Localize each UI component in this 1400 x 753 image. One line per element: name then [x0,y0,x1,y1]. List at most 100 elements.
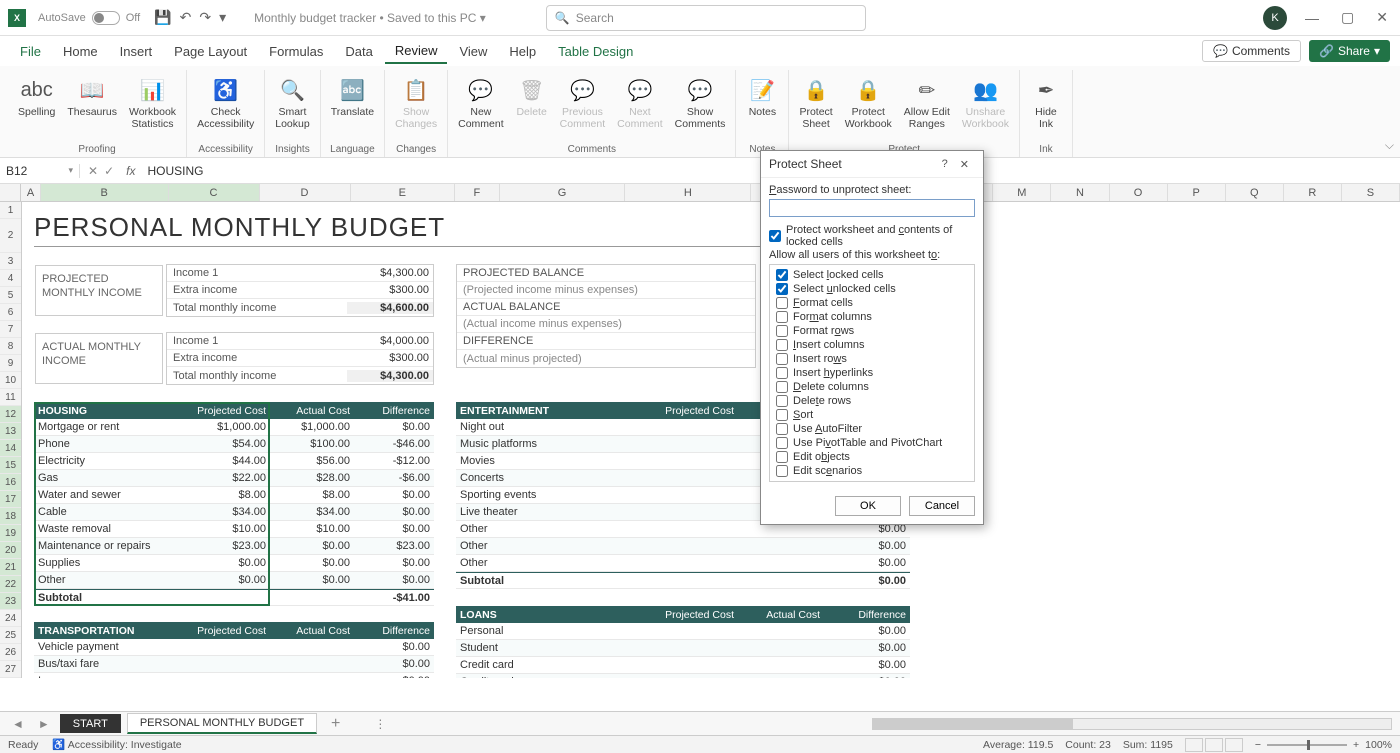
table-row[interactable]: Other$0.00 [456,538,910,555]
perm-insert-hyperlinks[interactable]: Insert hyperlinks [776,366,968,380]
tab-nav-next[interactable]: ► [34,717,54,731]
table-row[interactable]: Cable$34.00$34.00$0.00 [34,504,434,521]
tab-data[interactable]: Data [335,40,382,63]
col-header-H[interactable]: H [625,184,751,201]
ok-button[interactable]: OK [835,496,901,516]
row-header-18[interactable]: 18 [0,508,21,525]
col-header-Q[interactable]: Q [1226,184,1284,201]
table-row[interactable]: Student$0.00 [456,640,910,657]
table-row[interactable]: Gas$22.00$28.00-$6.00 [34,470,434,487]
row-header-14[interactable]: 14 [0,440,21,457]
row-header-3[interactable]: 3 [0,253,21,270]
dialog-help-icon[interactable]: ? [936,158,954,170]
next-comment-button[interactable]: 💬NextComment [613,74,667,132]
worksheet[interactable]: 1234567891011121314151617181920212223242… [0,202,1400,678]
zoom-in-icon[interactable]: + [1353,739,1359,751]
row-header-19[interactable]: 19 [0,525,21,542]
perm-format-rows[interactable]: Format rows [776,324,968,338]
document-title[interactable]: Monthly budget tracker • Saved to this P… [254,11,486,25]
col-header-A[interactable]: A [21,184,40,201]
user-avatar[interactable]: K [1263,6,1287,30]
col-header-S[interactable]: S [1342,184,1400,201]
autosave-toggle[interactable]: AutoSave Off [38,11,140,25]
password-input[interactable] [769,199,975,217]
table-row[interactable]: Other$0.00 [456,555,910,572]
tab-home[interactable]: Home [53,40,108,63]
protect-sheet-button[interactable]: 🔒ProtectSheet [795,74,836,132]
row-header-1[interactable]: 1 [0,202,21,219]
search-box[interactable]: 🔍 Search [546,5,866,31]
row-header-5[interactable]: 5 [0,287,21,304]
col-header-B[interactable]: B [41,184,169,201]
table-row[interactable]: Mortgage or rent$1,000.00$1,000.00$0.00 [34,419,434,436]
show-changes-button[interactable]: 📋ShowChanges [391,74,441,132]
col-header-G[interactable]: G [500,184,626,201]
previous-comment-button[interactable]: 💬PreviousComment [556,74,610,132]
perm-delete-columns[interactable]: Delete columns [776,380,968,394]
tab-view[interactable]: View [449,40,497,63]
row-header-10[interactable]: 10 [0,372,21,389]
check-accessibility-button[interactable]: ♿CheckAccessibility [193,74,258,132]
table-row[interactable]: Insurance$0.00 [34,673,434,678]
perm-delete-rows[interactable]: Delete rows [776,394,968,408]
row-header-26[interactable]: 26 [0,644,21,661]
qat-dropdown-icon[interactable]: ▾ [219,9,226,26]
delete-button[interactable]: 🗑Delete [512,74,552,120]
dialog-titlebar[interactable]: Protect Sheet ? ✕ [761,151,983,178]
table-row[interactable]: Maintenance or repairs$23.00$0.00$23.00 [34,538,434,555]
row-header-13[interactable]: 13 [0,423,21,440]
notes-button[interactable]: 📝Notes [742,74,782,120]
row-header-7[interactable]: 7 [0,321,21,338]
col-header-O[interactable]: O [1110,184,1168,201]
toggle-switch[interactable] [92,11,120,25]
col-header-D[interactable]: D [260,184,351,201]
row-header-6[interactable]: 6 [0,304,21,321]
table-row[interactable]: Credit card$0.00 [456,657,910,674]
row-header-22[interactable]: 22 [0,576,21,593]
zoom-out-icon[interactable]: − [1255,739,1261,751]
perm-edit-scenarios[interactable]: Edit scenarios [776,464,968,478]
horizontal-scrollbar[interactable] [872,718,1392,730]
allow-edit-ranges-button[interactable]: ✏Allow EditRanges [900,74,954,132]
perm-use-autofilter[interactable]: Use AutoFilter [776,422,968,436]
cancel-formula-icon[interactable]: ✕ [88,164,98,178]
table-row[interactable]: Waste removal$10.00$10.00$0.00 [34,521,434,538]
table-row[interactable]: Electricity$44.00$56.00-$12.00 [34,453,434,470]
tab-help[interactable]: Help [499,40,546,63]
name-box[interactable]: B12 [0,164,80,178]
zoom-control[interactable]: − + 100% [1255,739,1392,751]
restore-button[interactable]: ▢ [1337,9,1358,26]
thesaurus-button[interactable]: 📖Thesaurus [63,74,121,120]
table-row[interactable]: Personal$0.00 [456,623,910,640]
table-row[interactable]: Bus/taxi fare$0.00 [34,656,434,673]
table-row[interactable]: Other$0.00$0.00$0.00 [34,572,434,589]
fx-icon[interactable]: fx [122,164,139,178]
tab-table-design[interactable]: Table Design [548,40,643,63]
cancel-button[interactable]: Cancel [909,496,975,516]
row-header-4[interactable]: 4 [0,270,21,287]
col-header-R[interactable]: R [1284,184,1342,201]
tab-scroll-indicator[interactable]: ⋮ [374,717,386,731]
perm-select-locked-cells[interactable]: Select locked cells [776,268,968,282]
enter-formula-icon[interactable]: ✓ [104,164,114,178]
tab-insert[interactable]: Insert [110,40,163,63]
row-header-15[interactable]: 15 [0,457,21,474]
workbook-statistics-button[interactable]: 📊WorkbookStatistics [125,74,180,132]
select-all-corner[interactable] [0,184,21,201]
undo-icon[interactable]: ↶ [180,9,192,26]
add-sheet-button[interactable]: + [323,715,348,733]
comments-button[interactable]: 💬 Comments [1202,40,1301,62]
perm-insert-rows[interactable]: Insert rows [776,352,968,366]
table-row[interactable]: Vehicle payment$0.00 [34,639,434,656]
col-header-F[interactable]: F [455,184,500,201]
table-row[interactable]: Supplies$0.00$0.00$0.00 [34,555,434,572]
save-icon[interactable]: 💾 [154,9,171,26]
row-header-2[interactable]: 2 [0,219,21,253]
row-header-12[interactable]: 12 [0,406,21,423]
zoom-slider[interactable] [1267,744,1347,746]
tab-file[interactable]: File [10,40,51,63]
hide-ink-button[interactable]: ✒HideInk [1026,74,1066,132]
perm-sort[interactable]: Sort [776,408,968,422]
row-header-11[interactable]: 11 [0,389,21,406]
row-header-27[interactable]: 27 [0,661,21,678]
